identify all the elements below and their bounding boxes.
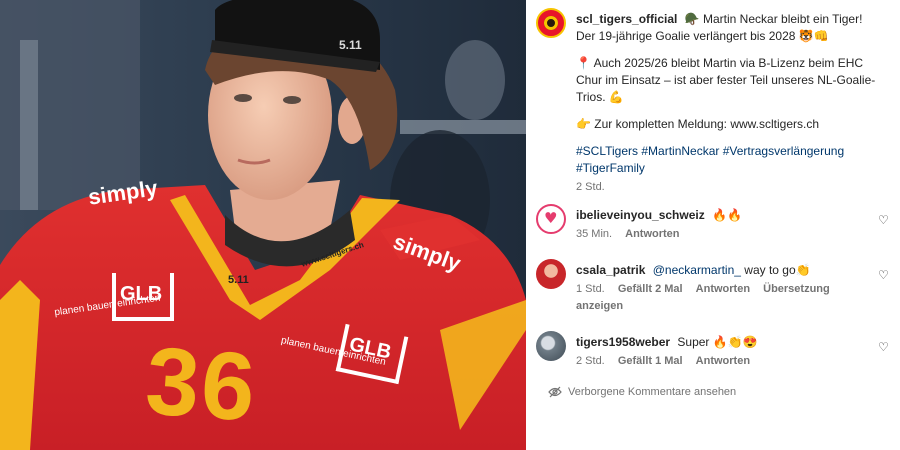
comment-avatar[interactable] — [536, 204, 566, 234]
comment-time: 2 Std. — [576, 355, 605, 367]
heart-icon[interactable]: ♡ — [878, 269, 890, 281]
comment-item: tigers1958weber Super 🔥👏😍 2 Std. Gefällt… — [526, 331, 894, 370]
comment-time: 1 Std. — [576, 283, 605, 295]
comment-text: Super 🔥👏😍 — [677, 335, 758, 349]
goalie-portrait-image — [0, 0, 526, 450]
jersey-number: 36 — [142, 327, 261, 442]
caption-username[interactable]: scl_tigers_official — [576, 12, 677, 26]
account-avatar[interactable] — [536, 8, 566, 38]
cap-logo: 5.11 — [339, 38, 362, 52]
comment-item: ibelieveinyou_schweiz 🔥🔥 35 Min. Antwort… — [526, 204, 894, 243]
heart-icon[interactable]: ♡ — [878, 341, 890, 353]
likes-count[interactable]: Gefällt 1 Mal — [618, 355, 683, 367]
comment-item: csala_patrik @neckarmartin_ way to go👏 1… — [526, 259, 894, 315]
post-time: 2 Std. — [576, 181, 605, 193]
comment-text: way to go👏 — [740, 263, 811, 277]
comment-avatar[interactable] — [536, 331, 566, 361]
comment-text: 🔥🔥 — [712, 208, 742, 222]
post-caption: scl_tigers_official 🪖 Martin Neckar blei… — [526, 0, 894, 196]
comment-username[interactable]: csala_patrik — [576, 263, 645, 277]
caption-hashtags[interactable]: #SCLTigers #MartinNeckar #Vertragsverlän… — [576, 143, 884, 177]
reply-button[interactable]: Antworten — [696, 355, 750, 367]
eye-slash-icon — [548, 386, 562, 398]
comment-username[interactable]: ibelieveinyou_schweiz — [576, 208, 705, 222]
reply-button[interactable]: Antworten — [625, 228, 679, 240]
post-sidebar: scl_tigers_official 🪖 Martin Neckar blei… — [526, 0, 900, 450]
post-timestamp: 2 Std. — [576, 179, 884, 196]
collar-logo: 5.11 — [228, 274, 249, 286]
post-photo[interactable]: simply simply 5.11 5.11 www.scltigers.ch… — [0, 0, 526, 450]
instagram-post-view: simply simply 5.11 5.11 www.scltigers.ch… — [0, 0, 900, 450]
caption-line-2: 📍 Auch 2025/26 bleibt Martin via B-Lizen… — [576, 56, 876, 104]
comment-avatar[interactable] — [536, 259, 566, 289]
view-hidden-comments-button[interactable]: Verborgene Kommentare ansehen — [526, 370, 894, 398]
reply-button[interactable]: Antworten — [696, 283, 750, 295]
view-hidden-comments-label: Verborgene Kommentare ansehen — [568, 386, 737, 398]
likes-count[interactable]: Gefällt 2 Mal — [618, 283, 683, 295]
caption-line-3: 👉 Zur kompletten Meldung: www.scltigers.… — [576, 117, 820, 131]
heart-icon[interactable]: ♡ — [878, 214, 890, 226]
comment-time: 35 Min. — [576, 228, 613, 240]
comment-mention[interactable]: @neckarmartin_ — [653, 263, 741, 277]
comment-username[interactable]: tigers1958weber — [576, 335, 670, 349]
